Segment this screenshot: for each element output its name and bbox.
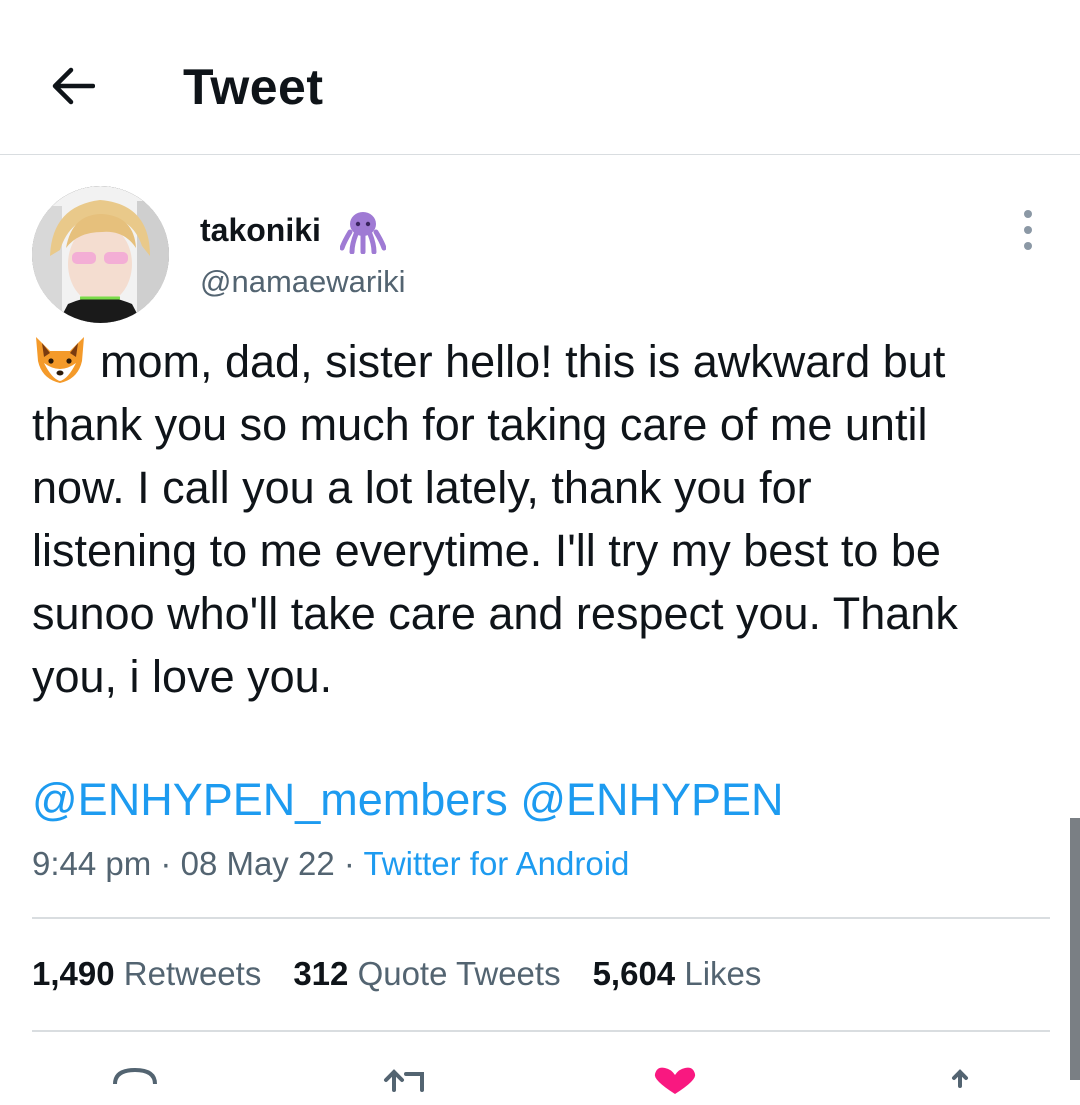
divider [32, 917, 1050, 919]
heart-icon [654, 1067, 696, 1094]
more-dots-icon [1024, 210, 1032, 218]
tweet-body: mom, dad, sister hello! this is awkward … [32, 330, 1062, 708]
likes-label: Likes [684, 955, 762, 992]
retweet-button[interactable] [372, 1060, 432, 1100]
retweet-icon [384, 1069, 424, 1092]
retweets-label: Retweets [123, 955, 262, 992]
tweet-mentions: @ENHYPEN_members @ENHYPEN [32, 774, 784, 826]
tweet-metadata: 9:44 pm · 08 May 22 · Twitter for Androi… [32, 845, 629, 883]
retweets-stat[interactable]: 1,490 Retweets [32, 955, 261, 993]
quotes-count: 312 [293, 955, 349, 992]
back-button[interactable] [44, 58, 100, 114]
mention-link[interactable]: @ENHYPEN [520, 774, 783, 825]
avatar-photo [32, 186, 169, 323]
tweet-date[interactable]: 08 May 22 [181, 845, 335, 882]
retweets-count: 1,490 [32, 955, 115, 992]
quote-tweets-stat[interactable]: 312 Quote Tweets [293, 955, 560, 993]
likes-stat[interactable]: 5,604 Likes [593, 955, 762, 993]
tweet-action-bar [0, 1060, 1080, 1094]
page-title: Tweet [183, 59, 324, 115]
scrollbar[interactable] [1070, 818, 1080, 1080]
tweet-source-link[interactable]: Twitter for Android [363, 845, 629, 882]
tweet-time[interactable]: 9:44 pm [32, 845, 151, 882]
reply-icon [113, 1067, 157, 1085]
like-button[interactable] [645, 1060, 705, 1100]
meta-separator: · [343, 845, 355, 882]
meta-separator: · [160, 845, 172, 882]
author-handle[interactable]: @namaewariki [200, 264, 405, 300]
fox-icon [36, 337, 84, 383]
quotes-label: Quote Tweets [357, 955, 561, 992]
more-options-button[interactable] [1010, 206, 1046, 254]
divider [32, 1030, 1050, 1032]
engagement-stats: 1,490 Retweets 312 Quote Tweets 5,604 Li… [32, 955, 761, 993]
tweet-text: mom, dad, sister hello! this is awkward … [32, 336, 958, 702]
top-app-bar: Tweet [0, 0, 1080, 155]
mention-link[interactable]: @ENHYPEN_members [32, 774, 508, 825]
reply-button[interactable] [105, 1060, 165, 1100]
arrow-left-icon [52, 67, 95, 105]
likes-count: 5,604 [592, 955, 676, 992]
author-display-name[interactable]: takoniki [200, 212, 321, 249]
avatar[interactable] [32, 186, 169, 323]
share-button[interactable] [930, 1060, 990, 1100]
octopus-icon [340, 212, 386, 254]
share-icon [952, 1069, 968, 1088]
